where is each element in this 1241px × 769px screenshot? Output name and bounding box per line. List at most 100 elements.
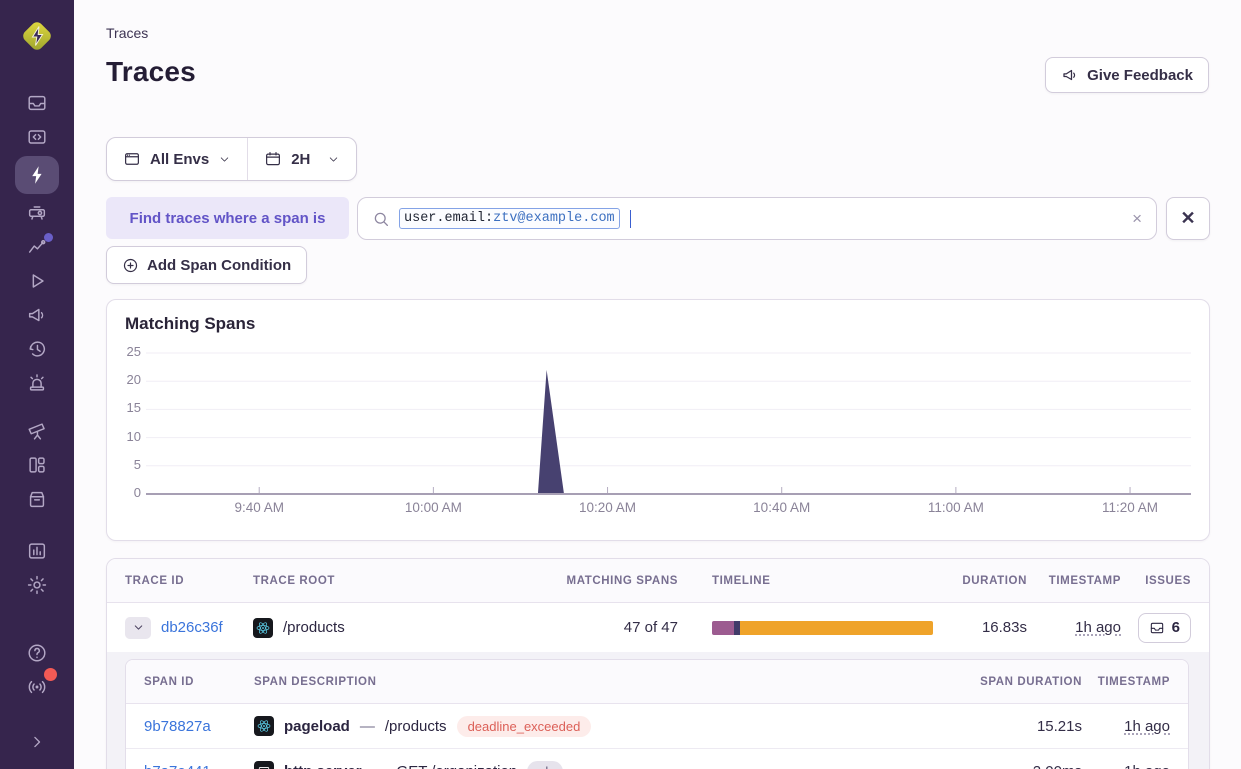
sidebar-item-traces[interactable]	[15, 156, 59, 194]
x-axis-tick-label: 11:00 AM	[911, 500, 1001, 515]
span-id-link[interactable]: 9b78827a	[144, 718, 254, 735]
issues-count: 6	[1172, 619, 1180, 636]
sidebar-item-discover[interactable]	[17, 416, 57, 446]
date-range-value: 2H	[291, 151, 310, 168]
traces-table-header: Trace ID Trace Root Matching Spans Timel…	[107, 559, 1209, 603]
sidebar-item-stats[interactable]	[17, 536, 57, 566]
matching-spans-count: 47 of 47	[624, 619, 678, 636]
close-icon: ✕	[1180, 208, 1195, 229]
search-token[interactable]: user.email:ztv@example.com	[399, 208, 620, 229]
remove-condition-button[interactable]: ✕	[1166, 197, 1210, 240]
play-icon	[26, 270, 48, 292]
sidebar-item-explore[interactable]	[17, 122, 57, 152]
sidebar-item-help[interactable]	[17, 638, 57, 668]
span-row: b7a7e441 http.server — GET /organization…	[126, 749, 1188, 769]
sidebar-item-dashboards[interactable]	[17, 450, 57, 480]
trace-root-name[interactable]: /products	[283, 619, 345, 636]
sidebar-item-releases[interactable]	[17, 484, 57, 514]
span-timestamp[interactable]: 1h ago	[1124, 718, 1170, 735]
x-axis-tick-label: 10:40 AM	[737, 500, 827, 515]
col-timeline: Timeline	[712, 575, 970, 587]
platform-icon	[254, 761, 274, 769]
y-axis-tick-label: 0	[109, 485, 141, 500]
table-row: db26c36f /products 47 of 47 16.83s 1h ag…	[107, 603, 1209, 652]
sidebar-item-replays[interactable]	[17, 266, 57, 296]
col-span-id: Span ID	[144, 676, 254, 688]
search-icon	[372, 210, 390, 228]
col-span-description: Span Description	[254, 676, 694, 688]
react-icon	[253, 618, 273, 638]
siren-icon	[26, 372, 48, 394]
broadcast-icon	[26, 676, 48, 698]
react-icon	[254, 716, 274, 736]
spans-table-header: Span ID Span Description Span Duration T…	[126, 660, 1188, 704]
lightning-icon	[26, 164, 48, 186]
sidebar-collapse-button[interactable]	[17, 727, 57, 757]
span-condition-label: Find traces where a span is	[106, 197, 349, 239]
col-trace-root: Trace Root	[253, 575, 508, 587]
breadcrumb[interactable]: Traces	[106, 25, 148, 41]
chevron-down-icon	[327, 153, 340, 166]
sidebar-item-settings[interactable]	[17, 570, 57, 600]
plus-circle-icon	[122, 257, 139, 274]
span-row: 9b78827a pageload — /products deadline_e…	[126, 704, 1188, 749]
environment-value: All Envs	[150, 151, 209, 168]
chart-plot-area	[146, 346, 1191, 496]
span-id-link[interactable]: b7a7e441	[144, 763, 254, 769]
sidebar-item-issues[interactable]	[17, 88, 57, 118]
environment-selector[interactable]: All Envs	[107, 138, 247, 180]
collapse-row-button[interactable]	[125, 617, 151, 639]
sidebar-item-crons[interactable]	[17, 368, 57, 398]
layout-icon	[26, 454, 48, 476]
separator: —	[372, 763, 387, 769]
chevron-right-icon	[27, 732, 47, 752]
span-duration: 15.21s	[1037, 718, 1082, 735]
expanded-trace-panel: Span ID Span Description Span Duration T…	[107, 652, 1209, 769]
chevron-down-icon	[132, 621, 145, 634]
col-duration: Duration	[962, 575, 1027, 587]
sidebar-item-insights[interactable]	[17, 198, 57, 228]
trace-id-link[interactable]: db26c36f	[161, 619, 223, 636]
span-duration: 2.00ms	[1033, 763, 1082, 769]
chevron-down-icon	[218, 153, 231, 166]
trace-timestamp[interactable]: 1h ago	[1075, 619, 1121, 636]
y-axis-tick-label: 15	[109, 400, 141, 415]
add-span-condition-label: Add Span Condition	[147, 257, 291, 274]
add-span-condition-button[interactable]: Add Span Condition	[106, 246, 307, 284]
spans-sub-table: Span ID Span Description Span Duration T…	[125, 659, 1189, 769]
matching-spans-chart[interactable]: 05101520259:40 AM10:00 AM10:20 AM10:40 A…	[107, 300, 1209, 540]
span-timestamp[interactable]: 1h ago	[1124, 763, 1170, 769]
status-badge: ok	[527, 761, 563, 769]
inbox-icon	[26, 92, 48, 114]
y-axis-tick-label: 25	[109, 344, 141, 359]
x-axis-tick-label: 9:40 AM	[214, 500, 304, 515]
trace-search-input[interactable]: user.email:ztv@example.com ×	[357, 197, 1157, 240]
sidebar-item-alerts[interactable]	[17, 300, 57, 330]
x-axis-tick-label: 11:20 AM	[1085, 500, 1175, 515]
clear-search-icon[interactable]: ×	[1132, 210, 1142, 227]
date-range-selector[interactable]: 2H	[248, 138, 356, 180]
megaphone-icon	[1061, 66, 1079, 84]
sentry-logo[interactable]	[18, 17, 56, 60]
telescope-icon	[26, 420, 48, 442]
y-axis-tick-label: 10	[109, 429, 141, 444]
sidebar-item-whats-new[interactable]	[17, 672, 57, 702]
col-issues: Issues	[1145, 575, 1191, 587]
calendar-icon	[264, 150, 282, 168]
span-description: /products	[385, 718, 447, 735]
sidebar-item-history[interactable]	[17, 334, 57, 364]
notification-dot-red	[44, 668, 57, 681]
bar-chart-icon	[26, 540, 48, 562]
col-timestamp: Timestamp	[1049, 575, 1121, 587]
separator: —	[360, 718, 375, 735]
sidebar-item-metrics[interactable]	[17, 232, 57, 262]
x-axis-tick-label: 10:00 AM	[388, 500, 478, 515]
col-span-duration: Span Duration	[980, 676, 1082, 688]
page-title: Traces	[106, 56, 196, 88]
issues-count-button[interactable]: 6	[1138, 613, 1191, 643]
trace-timeline-bar[interactable]	[712, 621, 933, 635]
give-feedback-button[interactable]: Give Feedback	[1045, 57, 1209, 93]
span-description: GET /organization	[397, 763, 518, 769]
span-op: pageload	[284, 718, 350, 735]
token-value: ztv@example.com	[493, 211, 615, 226]
